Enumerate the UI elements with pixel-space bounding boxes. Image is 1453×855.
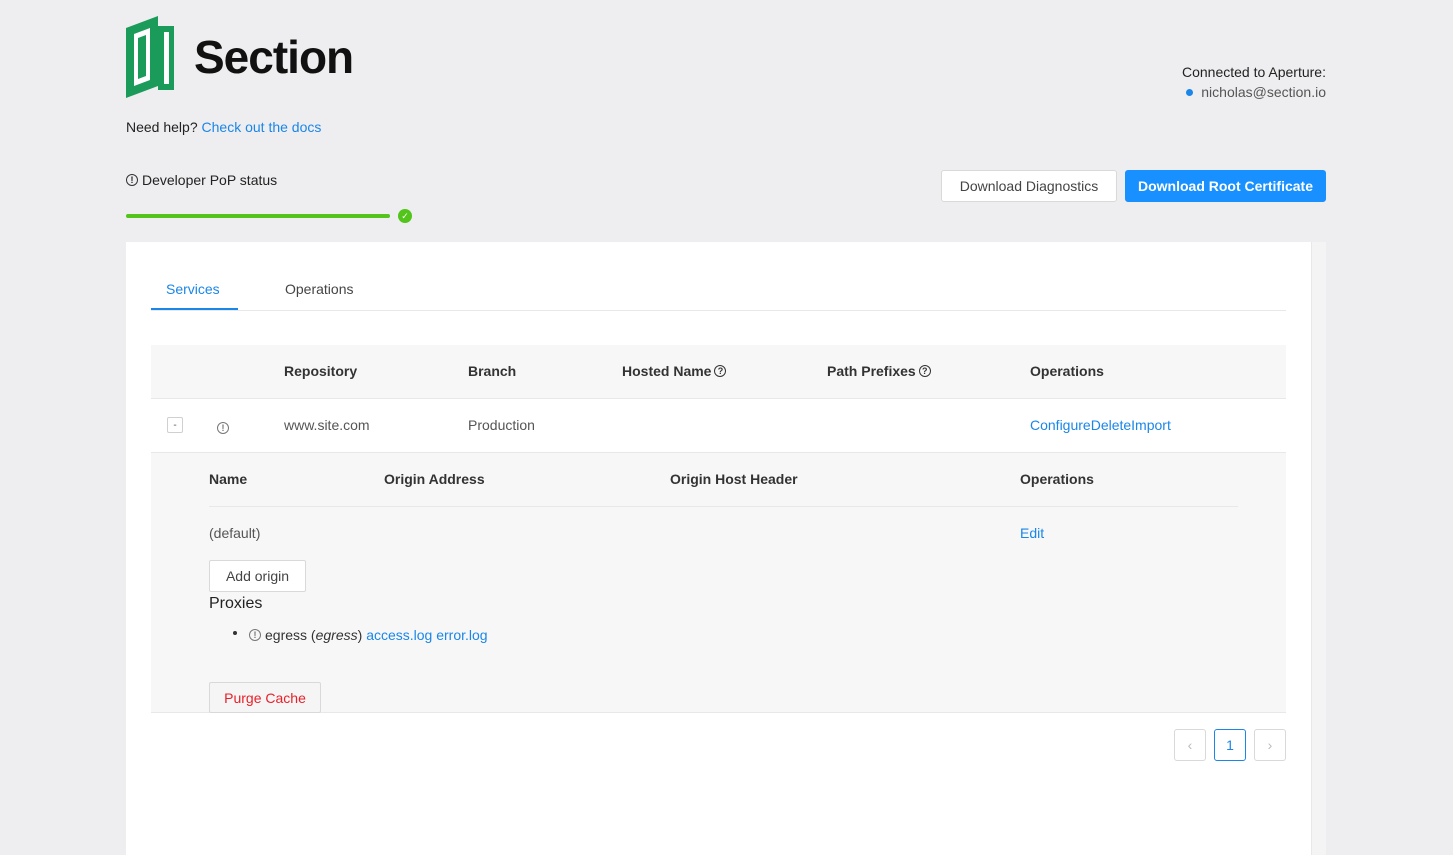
divider xyxy=(209,506,1238,507)
column-operations: Operations xyxy=(1030,363,1104,379)
import-link[interactable]: Import xyxy=(1131,417,1171,433)
pop-status-progress xyxy=(126,214,390,218)
edit-origin-link[interactable]: Edit xyxy=(1020,525,1044,541)
pagination-prev[interactable]: ‹ xyxy=(1174,729,1206,761)
column-origin-address: Origin Address xyxy=(384,471,485,487)
help-text: Need help? Check out the docs xyxy=(126,119,321,135)
column-path-prefixes-label: Path Prefixes xyxy=(827,363,916,379)
tab-operations[interactable]: Operations xyxy=(285,281,353,297)
download-diagnostics-button[interactable]: Download Diagnostics xyxy=(941,170,1117,202)
question-icon[interactable]: ? xyxy=(714,365,727,377)
purge-cache-button[interactable]: Purge Cache xyxy=(209,682,321,713)
column-origin-host-header: Origin Host Header xyxy=(670,471,798,487)
brand-logo[interactable]: Section xyxy=(126,16,354,98)
configure-link[interactable]: Configure xyxy=(1030,417,1091,433)
user-email: nicholas@section.io xyxy=(1201,84,1326,100)
connected-user: nicholas@section.io xyxy=(1182,84,1326,100)
column-hosted-name: Hosted Name ? xyxy=(622,363,727,379)
column-path-prefixes: Path Prefixes ? xyxy=(827,363,931,379)
check-circle-icon: ✓ xyxy=(398,209,412,223)
proxies-heading: Proxies xyxy=(209,595,263,612)
error-log-link[interactable]: error.log xyxy=(436,627,487,643)
scrollbar[interactable] xyxy=(1311,242,1326,855)
column-hosted-name-label: Hosted Name xyxy=(622,363,712,379)
connection-status: Connected to Aperture: nicholas@section.… xyxy=(1182,64,1326,100)
branch-cell: Production xyxy=(468,417,535,433)
online-dot-icon xyxy=(1186,88,1194,96)
column-origin-operations: Operations xyxy=(1020,471,1094,487)
origin-name-cell: (default) xyxy=(209,525,261,541)
section-logo-icon xyxy=(126,16,174,98)
chevron-left-icon: ‹ xyxy=(1187,737,1193,753)
download-root-certificate-button[interactable]: Download Root Certificate xyxy=(1125,170,1326,202)
delete-link[interactable]: Delete xyxy=(1091,417,1131,433)
table-row: - ! www.site.com Production ConfigureDel… xyxy=(151,399,1286,453)
operations-cell: ConfigureDeleteImport xyxy=(1030,417,1171,433)
row-info[interactable]: ! xyxy=(217,418,233,434)
pagination-page[interactable]: 1 xyxy=(1214,729,1246,761)
expanded-row: Name Origin Address Origin Host Header O… xyxy=(151,453,1286,713)
info-icon: ! xyxy=(217,422,229,434)
proxy-type-value: egress xyxy=(315,627,358,643)
brand-name: Section xyxy=(194,31,354,83)
proxy-name: egress xyxy=(265,627,308,643)
info-icon[interactable]: ! xyxy=(126,174,138,186)
access-log-link[interactable]: access.log xyxy=(366,627,432,643)
chevron-right-icon: › xyxy=(1267,737,1273,753)
info-icon[interactable]: ! xyxy=(249,629,261,641)
pop-status: ! Developer PoP status xyxy=(126,172,277,188)
add-origin-button[interactable]: Add origin xyxy=(209,560,306,592)
tab-services[interactable]: Services xyxy=(166,281,220,297)
help-prefix: Need help? xyxy=(126,119,198,135)
collapse-row-button[interactable]: - xyxy=(167,417,183,433)
bullet-icon xyxy=(233,631,237,635)
active-tab-indicator xyxy=(151,308,238,310)
proxy-type: (egress) xyxy=(307,627,367,643)
list-item: ! egress (egress) access.log error.log xyxy=(249,627,488,643)
services-table-header: Repository Branch Hosted Name ? Path Pre… xyxy=(151,345,1286,399)
column-name: Name xyxy=(209,471,248,487)
column-branch: Branch xyxy=(468,363,517,379)
column-repository: Repository xyxy=(284,363,358,379)
pop-status-label: Developer PoP status xyxy=(142,172,278,188)
pagination-next[interactable]: › xyxy=(1254,729,1286,761)
tab-bar: Services Operations xyxy=(151,272,1286,311)
connection-label: Connected to Aperture: xyxy=(1182,64,1326,80)
repository-cell: www.site.com xyxy=(284,417,370,433)
question-icon[interactable]: ? xyxy=(918,365,931,377)
docs-link[interactable]: Check out the docs xyxy=(202,119,322,135)
